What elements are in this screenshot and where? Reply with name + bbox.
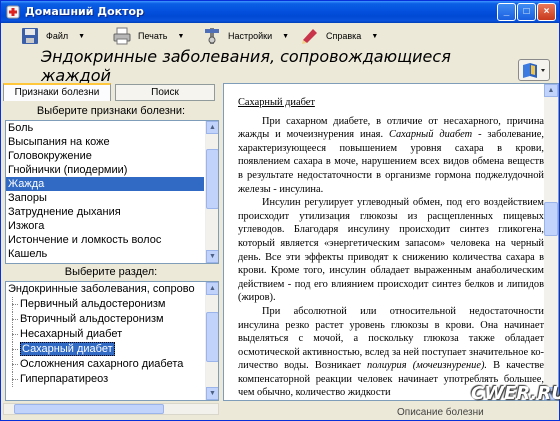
list-item-selected[interactable]: Жажда bbox=[6, 177, 204, 191]
close-button[interactable]: × bbox=[537, 3, 556, 21]
tree-item[interactable]: Несахарный диабет bbox=[6, 327, 218, 342]
settings-menu-button[interactable]: Настройки ▼ bbox=[202, 25, 289, 47]
title-bar[interactable]: Домашний Доктор _ □ × bbox=[1, 1, 559, 23]
scroll-up-icon[interactable]: ▲ bbox=[206, 121, 218, 134]
tab-search[interactable]: Поиск bbox=[115, 84, 215, 101]
tree-item[interactable]: Вторичный альдостеронизм bbox=[6, 312, 218, 327]
tree-root[interactable]: Эндокринные заболевания, сопрово bbox=[6, 282, 218, 297]
maximize-button[interactable]: □ bbox=[517, 3, 536, 21]
print-menu-button[interactable]: Печать ▼ bbox=[112, 25, 184, 47]
settings-menu-label: Настройки bbox=[228, 31, 273, 41]
article-body: Сахарный диабет При сахарном диабете, в … bbox=[238, 96, 544, 400]
list-item[interactable]: Затруднение дыхания bbox=[6, 205, 218, 219]
article-paragraph: При сахарном диабете, в отличие от несах… bbox=[238, 115, 544, 195]
book-button[interactable] bbox=[518, 59, 550, 81]
article-paragraph: Инсулин регулирует углеводный обмен, под… bbox=[238, 197, 544, 304]
app-window: Домашний Доктор _ □ × Файл ▼ Печать ▼ На… bbox=[0, 0, 560, 421]
tree-item[interactable]: Осложнения сахарного диабета bbox=[6, 357, 218, 372]
list-item[interactable]: Кашель bbox=[6, 247, 218, 261]
list-item[interactable]: Истончение и ломкость волос bbox=[6, 233, 218, 247]
help-menu-label: Справка bbox=[326, 31, 362, 41]
tab-bar: Признаки болезни Поиск bbox=[3, 83, 219, 101]
list-item[interactable]: Изжога bbox=[6, 219, 218, 233]
scroll-thumb[interactable] bbox=[14, 404, 164, 414]
list-item[interactable]: Боль bbox=[6, 121, 218, 135]
floppy-disk-icon bbox=[22, 28, 38, 44]
sections-tree[interactable]: Эндокринные заболевания, сопрово Первичн… bbox=[5, 281, 219, 401]
symptoms-scrollbar[interactable]: ▲ ▼ bbox=[205, 121, 218, 263]
list-item[interactable]: Запоры bbox=[6, 191, 218, 205]
sections-label: Выберите раздел: bbox=[64, 266, 158, 278]
print-menu-label: Печать bbox=[138, 31, 168, 41]
list-item[interactable]: Гнойнички (пиодермии) bbox=[6, 163, 218, 177]
article-scrollbar[interactable]: ▲ ▼ bbox=[544, 84, 558, 400]
wrench-icon bbox=[205, 28, 219, 44]
scroll-down-icon[interactable]: ▼ bbox=[206, 250, 218, 263]
sections-scrollbar[interactable]: ▲ ▼ bbox=[205, 282, 218, 400]
list-item[interactable]: Головокружение bbox=[6, 149, 218, 163]
chevron-down-icon: ▼ bbox=[177, 32, 185, 40]
tree-item[interactable]: Гиперпаратиреоз bbox=[6, 372, 218, 387]
chevron-down-icon: ▼ bbox=[371, 32, 379, 40]
tab-symptoms[interactable]: Признаки болезни bbox=[3, 83, 111, 101]
book-icon bbox=[523, 63, 545, 78]
file-menu-label: Файл bbox=[46, 31, 69, 41]
scroll-down-icon[interactable]: ▼ bbox=[206, 387, 218, 400]
page-title: Эндокринные заболевания, сопровождающиес… bbox=[41, 47, 451, 85]
file-menu-button[interactable]: Файл ▼ bbox=[20, 25, 85, 47]
symptoms-list[interactable]: Боль Высыпания на коже Головокружение Гн… bbox=[5, 120, 219, 264]
chevron-down-icon: ▼ bbox=[282, 32, 290, 40]
symptoms-label: Выберите признаки болезни: bbox=[36, 105, 186, 117]
toolbar: Файл ▼ Печать ▼ Настройки ▼ Справка ▼ bbox=[2, 23, 558, 47]
scroll-up-icon[interactable]: ▲ bbox=[206, 282, 218, 295]
tree-item[interactable]: Первичный альдостеронизм bbox=[6, 297, 218, 312]
scroll-thumb[interactable] bbox=[206, 149, 218, 209]
article-title: Сахарный диабет bbox=[238, 97, 315, 108]
chevron-down-icon: ▼ bbox=[78, 32, 86, 40]
scroll-thumb[interactable] bbox=[206, 312, 218, 362]
printer-icon bbox=[113, 27, 131, 45]
tree-item-selected[interactable]: Сахарный диабет bbox=[6, 342, 218, 357]
minimize-button[interactable]: _ bbox=[497, 3, 516, 21]
help-menu-button[interactable]: Справка ▼ bbox=[300, 25, 378, 47]
left-panel: Признаки болезни Поиск Выберите признаки… bbox=[3, 83, 219, 403]
horizontal-scrollbar[interactable] bbox=[3, 403, 219, 415]
app-icon bbox=[6, 5, 20, 19]
window-title: Домашний Доктор bbox=[25, 5, 144, 18]
list-item[interactable]: Высыпания на коже bbox=[6, 135, 218, 149]
scroll-up-icon[interactable]: ▲ bbox=[544, 84, 558, 97]
scroll-thumb[interactable] bbox=[544, 202, 558, 236]
help-icon bbox=[302, 29, 317, 44]
article-panel: Сахарный диабет При сахарном диабете, в … bbox=[223, 83, 559, 401]
watermark-logo: CWER.RU bbox=[471, 383, 560, 404]
